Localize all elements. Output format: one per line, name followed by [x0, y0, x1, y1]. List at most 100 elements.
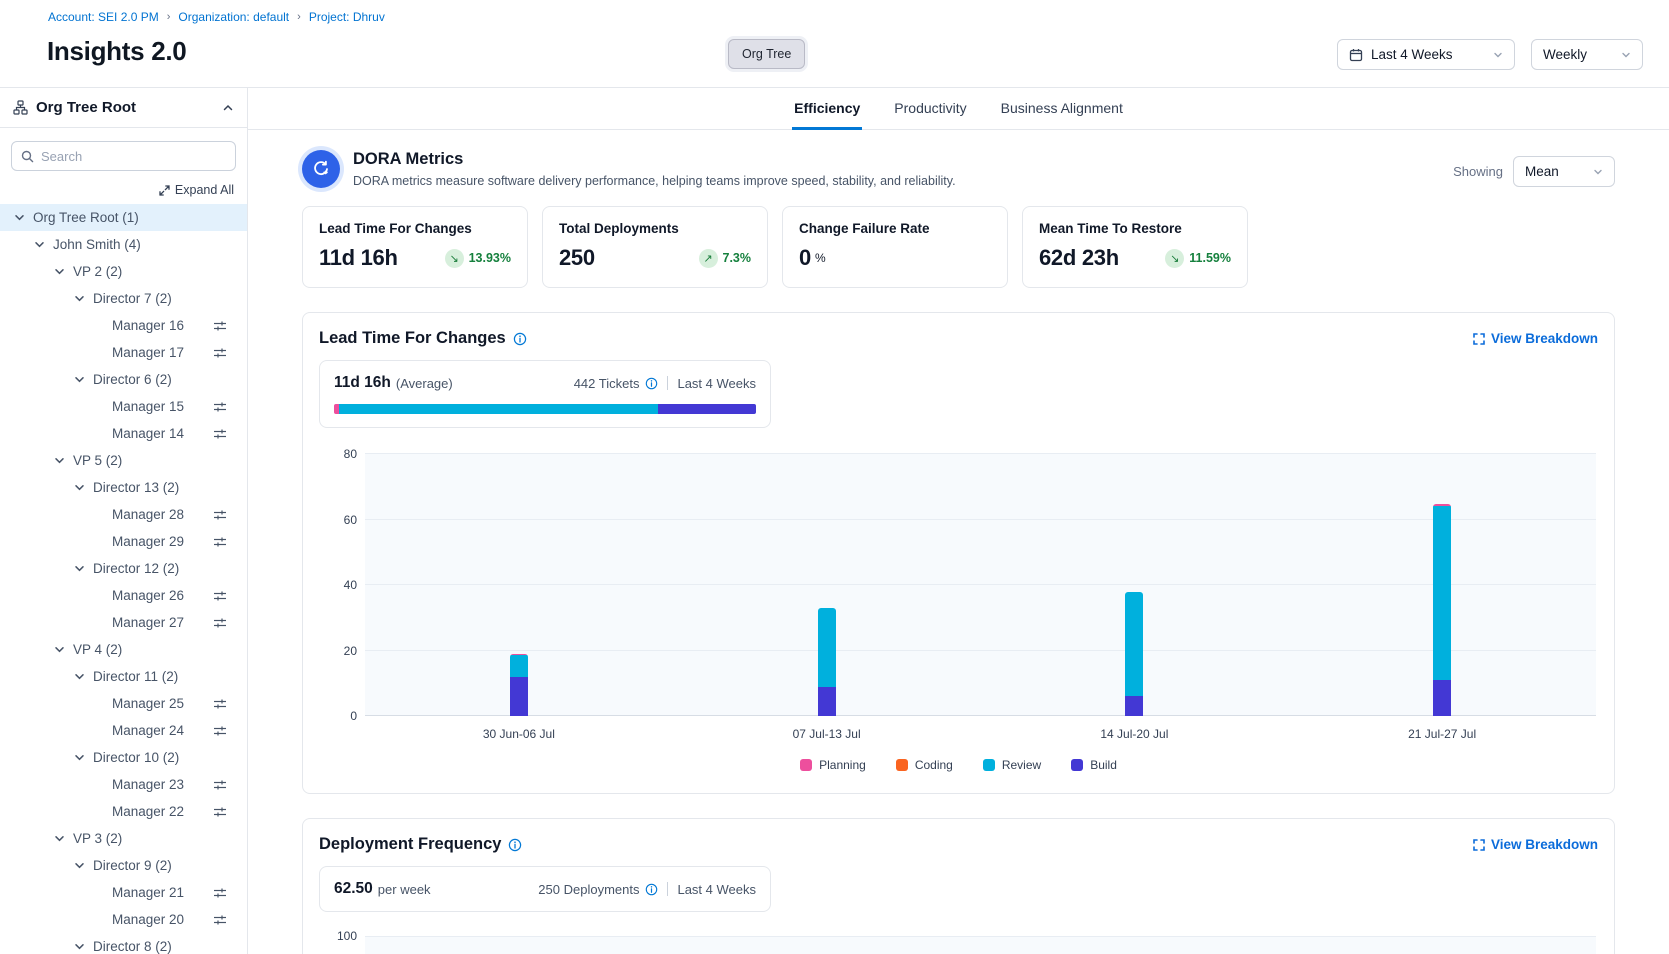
- chevron-down-icon[interactable]: [53, 454, 67, 467]
- tree-item[interactable]: John Smith (4): [0, 231, 247, 258]
- org-tree-button[interactable]: Org Tree: [728, 39, 805, 69]
- org-tree-search[interactable]: [11, 141, 236, 171]
- tree-item[interactable]: Org Tree Root (1): [0, 204, 247, 231]
- chevron-down-icon[interactable]: [73, 940, 87, 953]
- stacked-bar[interactable]: [510, 654, 528, 716]
- y-axis-tick: 100: [321, 929, 357, 943]
- filter-sliders-icon[interactable]: [213, 401, 227, 413]
- tree-item[interactable]: Manager 23: [0, 771, 247, 798]
- tree-item[interactable]: VP 5 (2): [0, 447, 247, 474]
- filter-sliders-icon[interactable]: [213, 590, 227, 602]
- tree-item-label: Director 12 (2): [93, 561, 179, 576]
- deployments-count: 250 Deployments: [538, 882, 639, 897]
- tree-item[interactable]: Manager 20: [0, 906, 247, 933]
- chevron-down-icon[interactable]: [73, 751, 87, 764]
- info-icon[interactable]: [645, 883, 658, 896]
- filter-sliders-icon[interactable]: [213, 509, 227, 521]
- tree-item[interactable]: Manager 24: [0, 717, 247, 744]
- filter-sliders-icon[interactable]: [213, 887, 227, 899]
- tab-productivity[interactable]: Productivity: [892, 100, 968, 130]
- filter-sliders-icon[interactable]: [213, 725, 227, 737]
- tree-item-label: VP 4 (2): [73, 642, 122, 657]
- tree-item[interactable]: Manager 16: [0, 312, 247, 339]
- breadcrumb-link[interactable]: Organization: default: [178, 10, 289, 24]
- breadcrumb-link[interactable]: Project: Dhruv: [309, 10, 385, 24]
- tree-item[interactable]: Director 11 (2): [0, 663, 247, 690]
- stacked-bar[interactable]: [1125, 592, 1143, 716]
- tree-item[interactable]: Manager 25: [0, 690, 247, 717]
- chevron-down-icon[interactable]: [13, 211, 27, 224]
- tab-business-alignment[interactable]: Business Alignment: [999, 100, 1125, 130]
- tree-item[interactable]: Director 12 (2): [0, 555, 247, 582]
- tree-item-label: Manager 28: [112, 507, 184, 522]
- legend-item-review[interactable]: Review: [983, 758, 1041, 772]
- tree-item[interactable]: VP 3 (2): [0, 825, 247, 852]
- stacked-bar[interactable]: [818, 608, 836, 716]
- tree-item[interactable]: Manager 17: [0, 339, 247, 366]
- chevron-down-icon[interactable]: [73, 670, 87, 683]
- filter-sliders-icon[interactable]: [213, 779, 227, 791]
- chevron-down-icon[interactable]: [73, 373, 87, 386]
- period-label: Last 4 Weeks: [677, 376, 756, 391]
- chevron-down-icon[interactable]: [53, 265, 67, 278]
- tree-item[interactable]: Manager 15: [0, 393, 247, 420]
- tree-item-label: Director 7 (2): [93, 291, 172, 306]
- tree-item[interactable]: VP 2 (2): [0, 258, 247, 285]
- chevron-down-icon[interactable]: [73, 292, 87, 305]
- info-icon[interactable]: [513, 332, 527, 346]
- chevron-down-icon[interactable]: [73, 562, 87, 575]
- tree-item[interactable]: Director 8 (2): [0, 933, 247, 954]
- chevron-down-icon[interactable]: [53, 643, 67, 656]
- tab-efficiency[interactable]: Efficiency: [792, 100, 862, 130]
- date-range-select[interactable]: Last 4 Weeks: [1337, 39, 1515, 70]
- breadcrumb-link[interactable]: Account: SEI 2.0 PM: [48, 10, 159, 24]
- tree-item[interactable]: Director 9 (2): [0, 852, 247, 879]
- stage-segment-review: [339, 404, 658, 414]
- dora-title: DORA Metrics: [353, 150, 956, 169]
- metric-card-value-row: 0%: [799, 245, 991, 271]
- chevron-down-icon[interactable]: [73, 859, 87, 872]
- filter-sliders-icon[interactable]: [213, 698, 227, 710]
- filter-sliders-icon[interactable]: [213, 536, 227, 548]
- showing-control: Showing Mean: [1453, 156, 1615, 187]
- tree-item[interactable]: Director 10 (2): [0, 744, 247, 771]
- info-icon[interactable]: [645, 377, 658, 390]
- filter-sliders-icon[interactable]: [213, 617, 227, 629]
- deployment-view-breakdown-link[interactable]: View Breakdown: [1473, 837, 1598, 852]
- tree-item[interactable]: Manager 28: [0, 501, 247, 528]
- trend-percent: 13.93%: [469, 251, 511, 265]
- tree-item[interactable]: Manager 21: [0, 879, 247, 906]
- chevron-down-icon[interactable]: [33, 238, 47, 251]
- collapse-panel-icon[interactable]: [222, 102, 234, 114]
- chevron-down-icon[interactable]: [53, 832, 67, 845]
- legend-item-coding[interactable]: Coding: [896, 758, 953, 772]
- tree-item-label: Manager 27: [112, 615, 184, 630]
- tree-item[interactable]: Director 7 (2): [0, 285, 247, 312]
- legend-swatch: [983, 759, 995, 771]
- tree-item[interactable]: Manager 27: [0, 609, 247, 636]
- tree-item[interactable]: Manager 29: [0, 528, 247, 555]
- tree-item[interactable]: VP 4 (2): [0, 636, 247, 663]
- tree-item[interactable]: Manager 26: [0, 582, 247, 609]
- info-icon[interactable]: [508, 838, 522, 852]
- stacked-bar[interactable]: [1433, 504, 1451, 716]
- filter-sliders-icon[interactable]: [213, 347, 227, 359]
- bar-segment-review: [1125, 592, 1143, 697]
- tree-item[interactable]: Manager 22: [0, 798, 247, 825]
- tree-item[interactable]: Manager 14: [0, 420, 247, 447]
- showing-select[interactable]: Mean: [1513, 156, 1615, 187]
- search-input[interactable]: [41, 149, 226, 164]
- gridline: [365, 715, 1596, 716]
- legend-item-planning[interactable]: Planning: [800, 758, 866, 772]
- filter-sliders-icon[interactable]: [213, 428, 227, 440]
- legend-item-build[interactable]: Build: [1071, 758, 1117, 772]
- filter-sliders-icon[interactable]: [213, 914, 227, 926]
- lead-time-view-breakdown-link[interactable]: View Breakdown: [1473, 331, 1598, 346]
- tree-item[interactable]: Director 6 (2): [0, 366, 247, 393]
- filter-sliders-icon[interactable]: [213, 320, 227, 332]
- tree-item[interactable]: Director 13 (2): [0, 474, 247, 501]
- expand-all-link[interactable]: Expand All: [159, 183, 234, 197]
- granularity-select[interactable]: Weekly: [1531, 39, 1643, 70]
- chevron-down-icon[interactable]: [73, 481, 87, 494]
- filter-sliders-icon[interactable]: [213, 806, 227, 818]
